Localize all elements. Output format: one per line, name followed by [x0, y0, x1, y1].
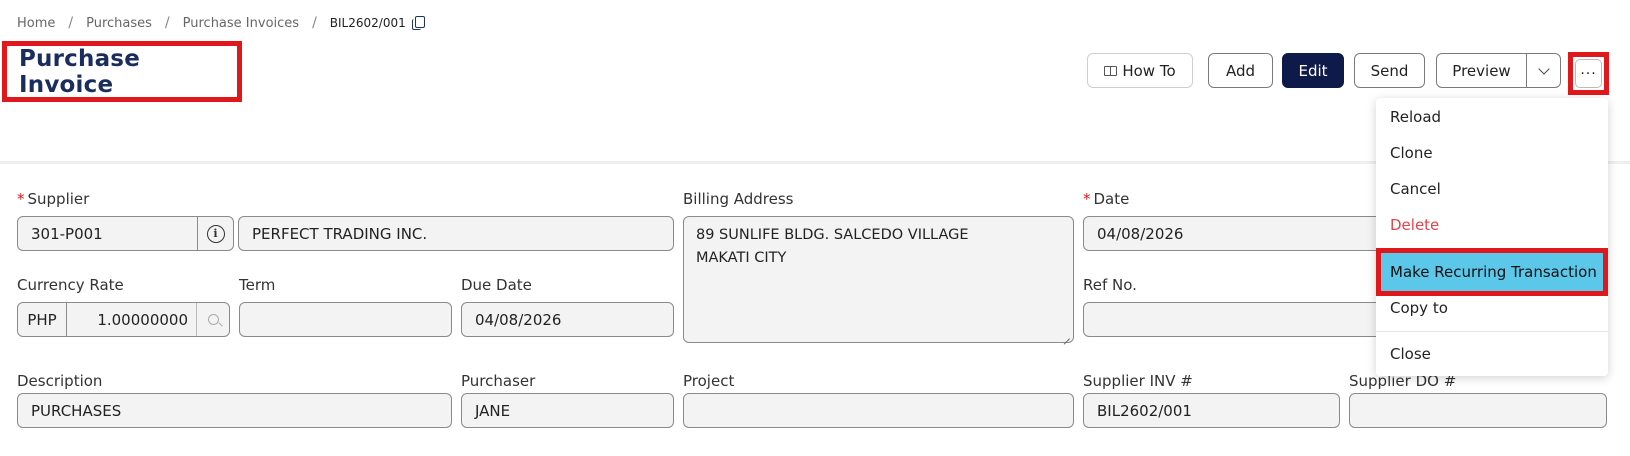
breadcrumb-purchases[interactable]: Purchases	[86, 16, 152, 31]
breadcrumb-home[interactable]: Home	[17, 16, 55, 31]
supplier-code-value: 301-P001	[31, 224, 103, 243]
more-actions-button[interactable]: ···	[1575, 59, 1602, 88]
supplier-label: * Supplier	[17, 190, 90, 208]
project-field[interactable]	[683, 393, 1074, 428]
required-marker: *	[17, 190, 25, 208]
breadcrumb: Home / Purchases / Purchase Invoices / B…	[17, 15, 425, 31]
page-title-highlight: Purchase Invoice	[2, 41, 242, 102]
billing-address-line1: 89 SUNLIFE BLDG. SALCEDO VILLAGE	[696, 227, 969, 243]
menu-item-clone[interactable]: Clone	[1390, 144, 1433, 162]
chevron-down-icon	[1537, 62, 1550, 75]
supplier-name-value: PERFECT TRADING INC.	[252, 224, 428, 243]
purchaser-label: Purchaser	[461, 372, 536, 390]
preview-options-button[interactable]	[1526, 53, 1561, 88]
menu-divider	[1376, 331, 1608, 332]
breadcrumb-separator: /	[312, 15, 317, 31]
info-icon: i	[206, 224, 225, 243]
currency-code[interactable]: PHP	[18, 303, 67, 336]
book-icon	[1104, 65, 1118, 76]
menu-item-delete[interactable]: Delete	[1390, 216, 1439, 234]
ref-no-field[interactable]	[1083, 302, 1383, 337]
purchaser-field[interactable]: JANE	[461, 393, 674, 428]
currency-rate-field[interactable]: PHP 1.00000000	[17, 302, 230, 337]
how-to-button[interactable]: How To	[1087, 53, 1193, 88]
term-field[interactable]	[239, 302, 452, 337]
description-field[interactable]: PURCHASES	[17, 393, 452, 428]
supplier-inv-field[interactable]: BIL2602/001	[1083, 393, 1340, 428]
how-to-label: How To	[1122, 61, 1176, 80]
more-actions-highlight: ···	[1568, 52, 1609, 95]
billing-address-line2: MAKATI CITY	[696, 250, 787, 266]
currency-rate-label: Currency Rate	[17, 276, 124, 294]
billing-address-label: Billing Address	[683, 190, 794, 208]
breadcrumb-separator: /	[68, 15, 74, 31]
date-label: * Date	[1083, 190, 1130, 208]
due-date-label: Due Date	[461, 276, 532, 294]
required-marker: *	[1083, 190, 1091, 208]
make-recurring-highlight: Make Recurring Transaction	[1376, 248, 1608, 296]
menu-item-reload[interactable]: Reload	[1390, 108, 1441, 126]
send-button[interactable]: Send	[1354, 53, 1425, 88]
currency-search-button[interactable]	[196, 303, 229, 336]
date-field[interactable]: 04/08/2026	[1083, 216, 1383, 251]
description-label: Description	[17, 372, 103, 390]
supplier-do-field[interactable]	[1349, 393, 1607, 428]
preview-button[interactable]: Preview	[1436, 53, 1527, 88]
search-icon	[207, 314, 219, 325]
purchaser-value: JANE	[475, 401, 511, 420]
description-value: PURCHASES	[31, 401, 122, 420]
supplier-inv-value: BIL2602/001	[1097, 401, 1192, 420]
supplier-inv-label: Supplier INV #	[1083, 372, 1193, 390]
currency-rate-value[interactable]: 1.00000000	[67, 311, 196, 329]
due-date-field[interactable]: 04/08/2026	[461, 302, 674, 337]
due-date-value: 04/08/2026	[475, 310, 562, 329]
breadcrumb-separator: /	[164, 15, 170, 31]
breadcrumb-purchase-invoices[interactable]: Purchase Invoices	[183, 16, 299, 31]
resize-handle-icon[interactable]	[1062, 331, 1070, 339]
billing-address-field[interactable]: 89 SUNLIFE BLDG. SALCEDO VILLAGE MAKATI …	[683, 216, 1074, 343]
ref-no-label: Ref No.	[1083, 276, 1137, 294]
menu-item-close[interactable]: Close	[1390, 345, 1431, 363]
edit-button[interactable]: Edit	[1282, 53, 1344, 88]
menu-item-make-recurring-transaction[interactable]: Make Recurring Transaction	[1381, 253, 1603, 291]
date-value: 04/08/2026	[1097, 224, 1184, 243]
term-label: Term	[239, 276, 276, 294]
breadcrumb-current: BIL2602/001	[329, 16, 406, 30]
copy-icon[interactable]	[411, 16, 425, 30]
supplier-info-button[interactable]: i	[197, 216, 233, 251]
add-button[interactable]: Add	[1208, 53, 1273, 88]
menu-item-cancel[interactable]: Cancel	[1390, 180, 1441, 198]
page-title: Purchase Invoice	[19, 45, 140, 98]
menu-item-copy-to[interactable]: Copy to	[1390, 299, 1448, 317]
project-label: Project	[683, 372, 735, 390]
supplier-name-field[interactable]: PERFECT TRADING INC.	[238, 216, 674, 251]
more-actions-menu: Reload Clone Cancel Delete Make Recurrin…	[1376, 98, 1608, 376]
